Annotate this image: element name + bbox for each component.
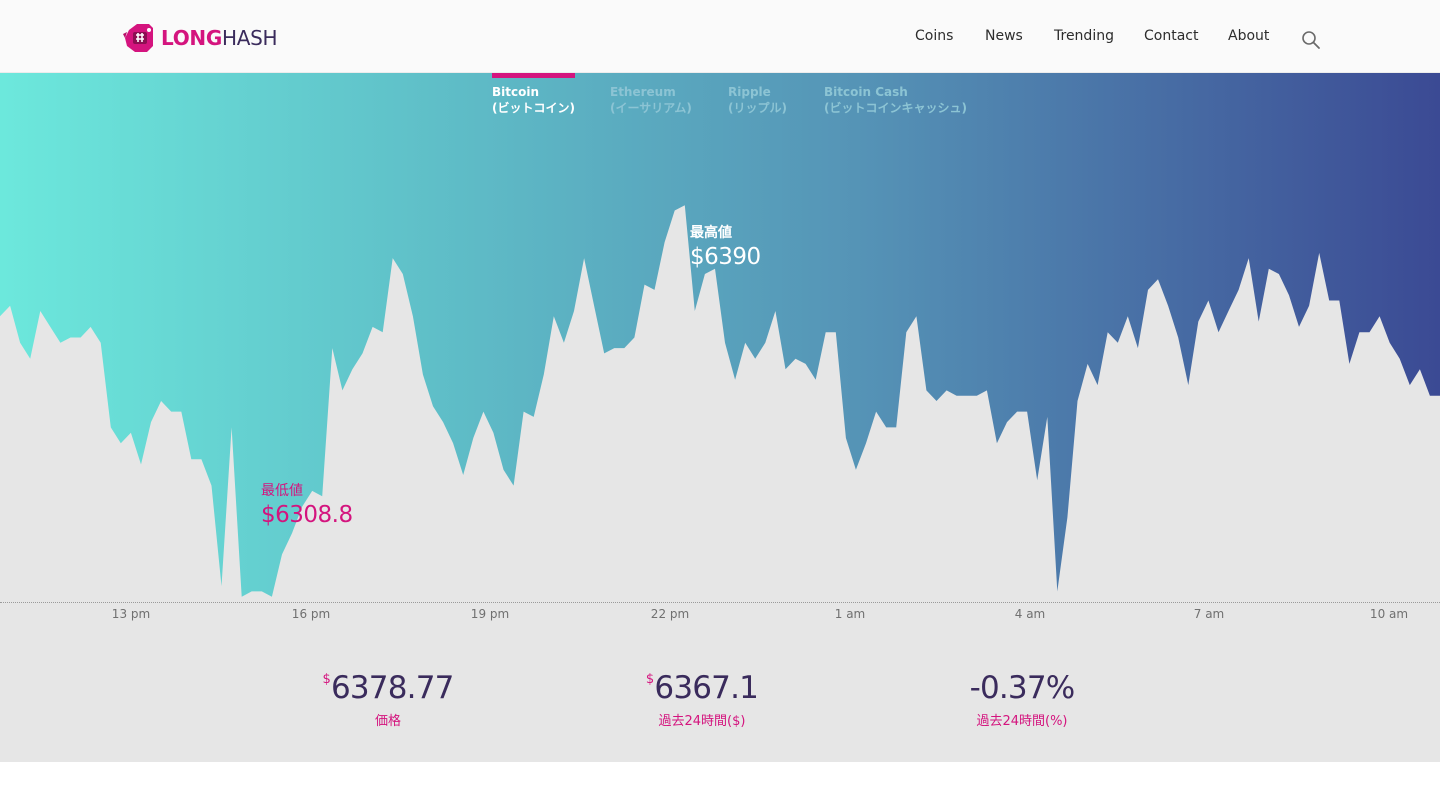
axis-tick-label: 7 am xyxy=(1193,607,1225,621)
axis-tick-label: 1 am xyxy=(834,607,866,621)
axis-tick-label: 22 pm xyxy=(650,607,690,621)
price-stats: $6378.77 価格 $6367.1 過去24時間($) -0.37% 過去2… xyxy=(0,630,1440,762)
change-usd-value: 6367.1 xyxy=(654,670,759,706)
coin-tabs: Bitcoin (ビットコイン) Ethereum (イーサリアム) Rippl… xyxy=(0,73,1440,133)
low-marker: 最低値 $6308.8 xyxy=(261,480,353,528)
tab-label: Bitcoin xyxy=(492,85,540,99)
low-label: 最低値 xyxy=(261,483,303,499)
tab-bitcoin[interactable]: Bitcoin (ビットコイン) xyxy=(492,73,575,116)
tab-indicator xyxy=(610,73,692,78)
nav-news[interactable]: News xyxy=(985,28,1023,44)
stat-value: $6378.77 xyxy=(322,670,454,706)
high-value: $6390 xyxy=(690,244,761,270)
stat-change-24h-percent: -0.37% 過去24時間(%) xyxy=(969,670,1076,729)
currency-symbol: $ xyxy=(322,672,330,687)
change-percent-value: -0.37% xyxy=(969,670,1076,706)
stat-value: -0.37% xyxy=(969,670,1076,706)
high-marker: 最高値 $6390 xyxy=(690,222,761,270)
low-value: $6308.8 xyxy=(261,502,353,528)
nav-trending[interactable]: Trending xyxy=(1054,28,1114,44)
stat-label: 価格 xyxy=(374,714,402,729)
tab-sublabel: (ビットコインキャッシュ) xyxy=(824,101,967,115)
tab-label: Ethereum xyxy=(610,85,676,99)
time-axis: 13 pm 16 pm 19 pm 22 pm 1 am 4 am 7 am 1… xyxy=(0,602,1440,630)
main-nav: Coins News Trending Contact About xyxy=(0,28,1440,50)
tab-label: Ripple xyxy=(728,85,771,99)
stat-value: $6367.1 xyxy=(645,670,759,706)
axis-tick-label: 4 am xyxy=(1014,607,1046,621)
price-value: 6378.77 xyxy=(330,670,454,706)
axis-baseline xyxy=(0,602,1440,603)
stat-label: 過去24時間(%) xyxy=(976,714,1068,729)
axis-tick-label: 19 pm xyxy=(470,607,510,621)
high-label: 最高値 xyxy=(690,225,732,241)
search-icon[interactable] xyxy=(1301,30,1321,50)
price-chart-hero: Bitcoin (ビットコイン) Ethereum (イーサリアム) Rippl… xyxy=(0,73,1440,602)
tab-ethereum[interactable]: Ethereum (イーサリアム) xyxy=(610,73,692,116)
currency-symbol: $ xyxy=(645,672,654,687)
axis-tick-label: 13 pm xyxy=(111,607,151,621)
tab-sublabel: (リップル) xyxy=(728,101,787,115)
tab-indicator xyxy=(728,73,787,78)
axis-tick-label: 16 pm xyxy=(291,607,331,621)
tab-active-indicator xyxy=(492,73,575,78)
axis-tick-label: 10 am xyxy=(1369,607,1409,621)
nav-contact[interactable]: Contact xyxy=(1144,28,1198,44)
tab-sublabel: (イーサリアム) xyxy=(610,101,692,115)
tab-ripple[interactable]: Ripple (リップル) xyxy=(728,73,787,116)
stat-label: 過去24時間($) xyxy=(658,714,746,729)
tab-bitcoin-cash[interactable]: Bitcoin Cash (ビットコインキャッシュ) xyxy=(824,73,967,116)
tab-indicator xyxy=(824,73,967,78)
stat-price: $6378.77 価格 xyxy=(322,670,454,729)
site-header: LONGHASH Coins News Trending Contact Abo… xyxy=(0,0,1440,73)
nav-about[interactable]: About xyxy=(1228,28,1269,44)
price-area-chart xyxy=(0,205,1440,602)
nav-coins[interactable]: Coins xyxy=(915,28,953,44)
stat-change-24h-usd: $6367.1 過去24時間($) xyxy=(645,670,759,729)
tab-label: Bitcoin Cash xyxy=(824,85,908,99)
tab-sublabel: (ビットコイン) xyxy=(492,101,575,115)
